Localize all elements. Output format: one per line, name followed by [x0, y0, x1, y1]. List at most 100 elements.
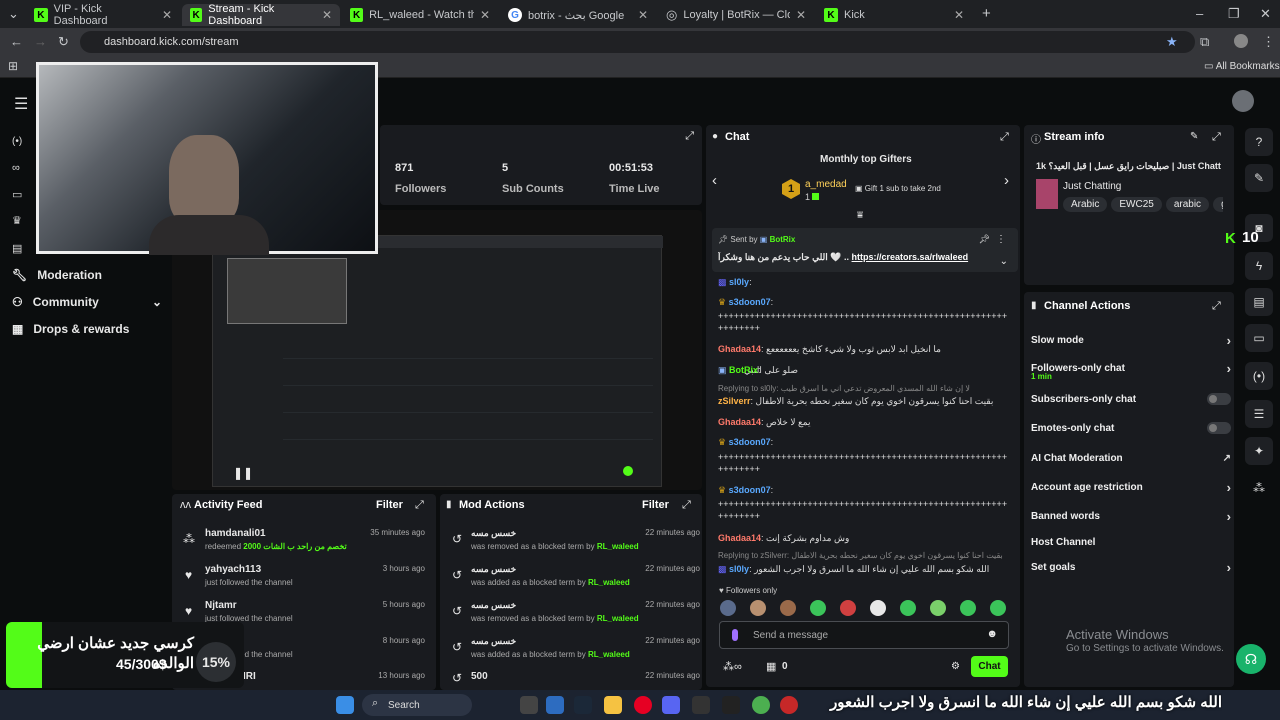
reload-icon[interactable]: ↻ [58, 34, 69, 50]
host-channel-row[interactable]: Host Channel [1031, 532, 1231, 552]
menu-icon[interactable]: ⋮ [1262, 34, 1275, 50]
gifter-name[interactable]: a_medad [805, 179, 847, 190]
pause-icon[interactable]: ❚❚ [233, 466, 253, 480]
nav-community[interactable]: ⚇ Community ⌄ [12, 295, 162, 309]
mod-by[interactable]: RL_waleed [588, 578, 630, 587]
expand-icon[interactable]: ⤢ [1212, 300, 1221, 313]
close-icon[interactable]: ✕ [954, 8, 964, 22]
stream-preview-video[interactable]: ❚❚ [212, 235, 663, 487]
close-icon[interactable]: ✕ [638, 8, 648, 22]
forward-icon[interactable]: → [34, 34, 47, 49]
chat-user[interactable]: Ghadaa14 [718, 533, 761, 543]
video-icon[interactable]: ▤ [12, 242, 22, 255]
mod-filter-button[interactable]: Filter [642, 499, 669, 511]
close-icon[interactable]: ✕ [480, 8, 490, 22]
broadcast-icon[interactable]: (•) [12, 136, 22, 147]
right-rail-button[interactable]: ▤ [1245, 288, 1273, 316]
emoji-icon[interactable]: ☻ [986, 628, 998, 640]
chat-user[interactable]: zSilverr [718, 396, 751, 406]
set-goals-row[interactable]: Set goals › [1031, 557, 1231, 577]
banned-words-row[interactable]: Banned words › [1031, 506, 1231, 526]
discord-icon[interactable] [662, 696, 680, 714]
mod-by[interactable]: RL_waleed [597, 542, 639, 551]
tab-loyalty[interactable]: ◎ Loyalty | BotRix — Cloud Stream ✕ [658, 4, 814, 26]
tab-vod[interactable]: K RL_waleed - Watch the VOD on ✕ [342, 4, 498, 26]
right-rail-button[interactable]: ✎ [1245, 164, 1273, 192]
all-bookmarks[interactable]: ▭ All Bookmarks [1204, 61, 1280, 72]
expand-icon[interactable]: ⤢ [1212, 131, 1221, 144]
pinned-link[interactable]: https://creators.sa/rlwaleed [852, 252, 969, 262]
account-age-row[interactable]: Account age restriction › [1031, 477, 1231, 497]
tab-google[interactable]: Gbotrix - بحث Google ✕ [500, 4, 656, 26]
slow-mode-row[interactable]: Slow mode › [1031, 330, 1231, 350]
tag-chip[interactable]: EWC25 [1111, 197, 1162, 212]
gift-cta[interactable]: ▣ Gift 1 sub to take 2nd [855, 184, 941, 193]
close-window-icon[interactable]: ✕ [1260, 6, 1271, 22]
close-icon[interactable]: ✕ [162, 8, 172, 22]
emote-icon[interactable] [720, 600, 736, 616]
right-rail-button[interactable]: ✦ [1245, 437, 1273, 465]
chat-user[interactable]: Ghadaa14 [718, 344, 761, 354]
unpin-icon[interactable]: 📌︎ [979, 234, 990, 245]
chrome-icon[interactable] [752, 696, 770, 714]
settings-icon[interactable]: ⚙ [951, 661, 960, 672]
emote-icon[interactable] [840, 600, 856, 616]
chat-user[interactable]: Ghadaa14 [718, 417, 761, 427]
emote-icon[interactable] [930, 600, 946, 616]
tab-vip[interactable]: K VIP - Kick Dashboard ✕ [26, 3, 180, 27]
user-avatar[interactable] [1232, 90, 1254, 112]
expand-icon[interactable]: ⤢ [685, 130, 694, 143]
mod-by[interactable]: RL_waleed [588, 650, 630, 659]
edit-icon[interactable]: ✎ [1190, 131, 1198, 142]
folder-icon[interactable] [604, 696, 622, 714]
chevron-down-icon[interactable]: ⌄ [1000, 256, 1008, 267]
hamburger-icon[interactable]: ☰ [14, 94, 28, 114]
steam-icon[interactable] [574, 696, 592, 714]
mod-by[interactable]: RL_waleed [597, 614, 639, 623]
expand-icon[interactable]: ⤢ [682, 499, 691, 512]
apps-icon[interactable]: ⊞ [8, 59, 18, 73]
extensions-icon[interactable]: ⧉ [1200, 34, 1209, 50]
chat-input[interactable]: Send a message ☻ [719, 621, 1009, 649]
gift-icon[interactable]: ▦ [766, 660, 776, 673]
pinterest-icon[interactable] [634, 696, 652, 714]
emote-icon[interactable] [810, 600, 826, 616]
right-rail-button[interactable]: ⁂ [1245, 474, 1273, 502]
activity-user[interactable]: Njtamr [205, 600, 237, 611]
more-icon[interactable]: ⋮ [996, 234, 1006, 245]
activity-user[interactable]: IRI [243, 671, 256, 682]
app-icon[interactable] [546, 696, 564, 714]
send-chat-button[interactable]: Chat [971, 656, 1008, 677]
emote-icon[interactable] [870, 600, 886, 616]
activity-user[interactable]: yahyach113 [205, 564, 261, 575]
right-rail-button[interactable]: ▭ [1245, 324, 1273, 352]
subscribers-only-toggle[interactable] [1207, 393, 1231, 405]
chat-user[interactable]: s3doon07 [729, 437, 771, 447]
monitor-icon[interactable]: ▭ [12, 188, 22, 201]
tag-chip[interactable]: gam [1213, 197, 1223, 212]
expand-icon[interactable]: ⤢ [1000, 131, 1009, 144]
tab-kick[interactable]: K Kick ✕ [816, 4, 972, 26]
chat-user[interactable]: s3doon07 [729, 485, 771, 495]
app-icon[interactable] [722, 696, 740, 714]
nav-drops[interactable]: ▦ Drops & rewards [12, 322, 129, 336]
chat-user[interactable]: sl0ly [729, 564, 749, 574]
emote-icon[interactable] [780, 600, 796, 616]
tag-chip[interactable]: Arabic [1063, 197, 1108, 212]
emote-icon[interactable] [900, 600, 916, 616]
chevron-right-icon[interactable]: › [1004, 172, 1009, 189]
windows-start-icon[interactable] [336, 696, 354, 714]
ai-moderation-row[interactable]: AI Chat Moderation ↗ [1031, 448, 1231, 468]
emotes-only-toggle[interactable] [1207, 422, 1231, 434]
activity-filter-button[interactable]: Filter [376, 499, 403, 511]
profile-avatar[interactable] [1234, 34, 1248, 48]
emote-icon[interactable] [960, 600, 976, 616]
back-icon[interactable]: ← [10, 34, 23, 49]
minimize-icon[interactable]: – [1196, 6, 1203, 21]
pinned-user[interactable]: BotRix [770, 235, 796, 244]
chat-user[interactable]: BotRix [729, 365, 758, 375]
tag-chip[interactable]: arabic [1165, 197, 1210, 212]
expand-icon[interactable]: ⤢ [415, 499, 424, 512]
emote-icon[interactable] [990, 600, 1006, 616]
support-icon[interactable]: ☊ [1236, 644, 1266, 674]
